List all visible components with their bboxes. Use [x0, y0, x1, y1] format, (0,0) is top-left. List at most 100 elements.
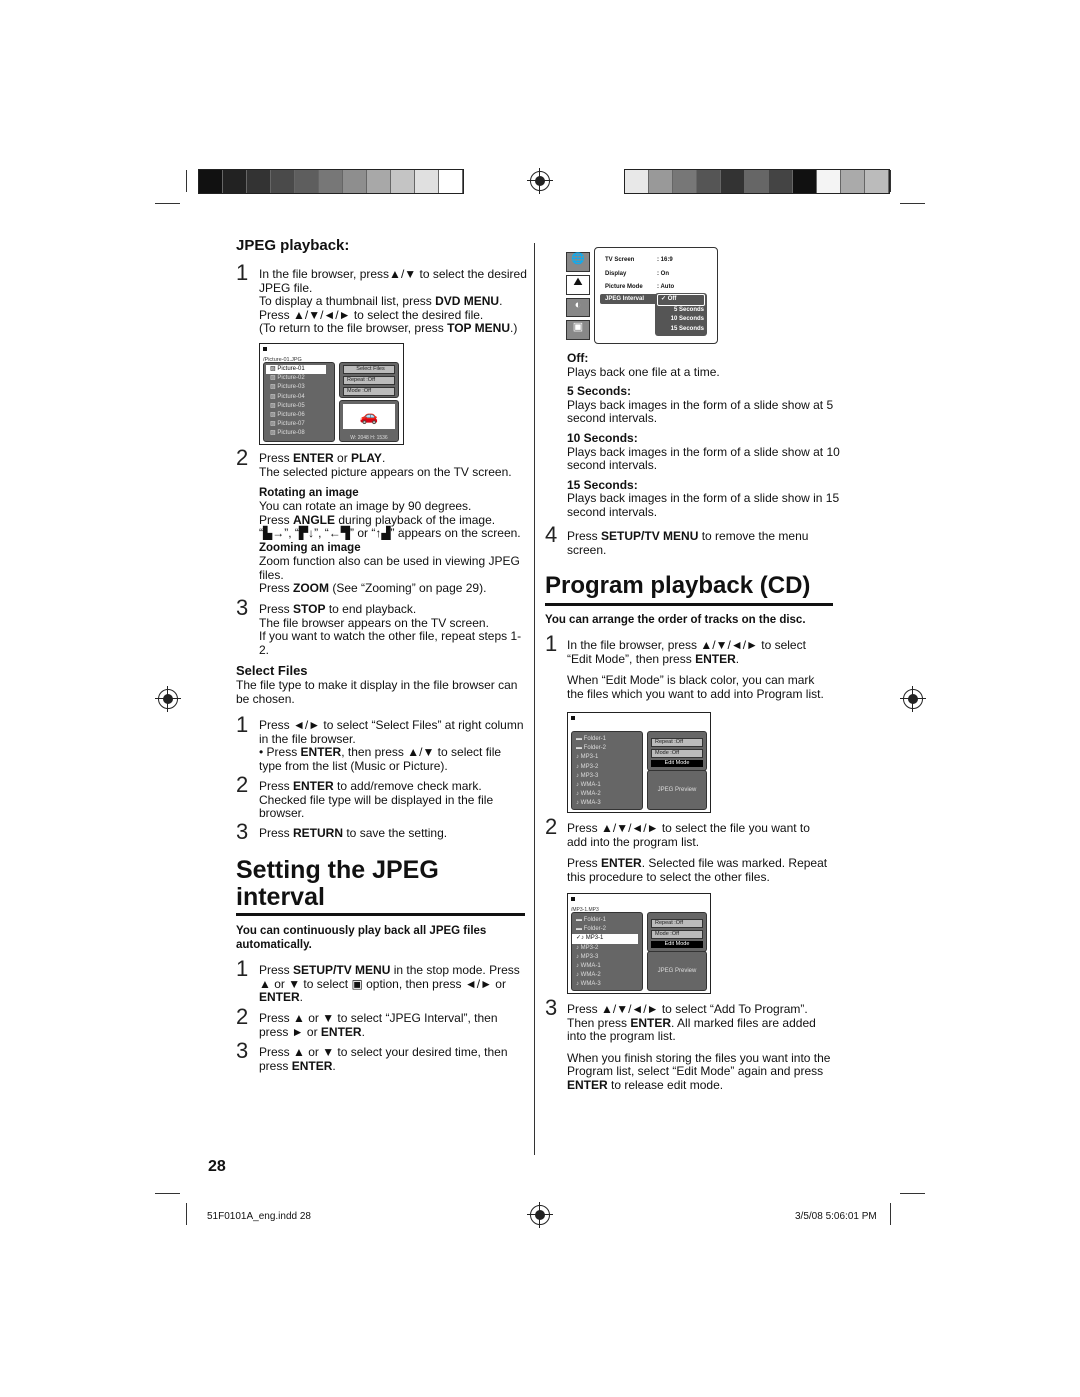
mode-setting[interactable]: Mode :Off — [651, 930, 703, 939]
bold-text: ENTER — [695, 651, 736, 666]
audio-icon: ◐ — [566, 297, 590, 318]
file-list-item[interactable]: ♪ WMA-3 — [572, 799, 638, 808]
file-list-item[interactable]: ♪ MP3-2 — [572, 763, 638, 772]
text: . — [299, 990, 304, 1005]
interval-option[interactable]: 15 Seconds — [655, 325, 707, 335]
interval-option-description: 15 Seconds: Plays back images in the form… — [567, 478, 842, 520]
program-intro: You can arrange the order of tracks on t… — [545, 614, 806, 626]
paragraph: (To return to the file browser, press TO… — [259, 322, 527, 336]
crop-mark — [186, 1203, 187, 1225]
file-list-item[interactable]: ✓♪ MP3-1 — [572, 934, 638, 944]
step-3: Press STOP to end playback. The file brow… — [259, 602, 527, 657]
option-desc: Plays back images in the form of a slide… — [567, 444, 840, 473]
file-list-item[interactable]: ♪ WMA-2 — [572, 971, 638, 980]
text: Press — [259, 779, 294, 793]
paragraph: Press ▲/▼/◄/► to select “Add To Program”… — [567, 1002, 832, 1044]
bold-text: ENTER — [291, 1058, 333, 1073]
edit-mode-button[interactable]: Edit Mode — [651, 941, 703, 948]
crop-mark — [890, 170, 891, 192]
file-list-item[interactable]: ▨ Picture-08 — [266, 429, 326, 438]
option-desc: Plays back one file at a time. — [567, 364, 720, 379]
text: The selected picture appears on the TV s… — [259, 464, 512, 479]
bold-text: STOP — [293, 602, 326, 616]
menu-value: : On — [657, 270, 669, 277]
step-number: 3 — [545, 995, 558, 1020]
paragraph: In the file browser, press ▲/▼/◄/► to se… — [567, 638, 832, 666]
repeat-setting[interactable]: Repeat :Off — [651, 919, 703, 928]
file-list-item[interactable]: ♪ WMA-1 — [572, 962, 638, 971]
select-files-button[interactable]: Select Files — [343, 365, 395, 374]
color-bar-left — [198, 169, 464, 194]
file-list-item[interactable]: ▨ Picture-01 — [266, 365, 326, 375]
file-list-item[interactable]: ♪ MP3-2 — [572, 944, 638, 953]
file-list-item[interactable]: ♪ WMA-3 — [572, 980, 638, 989]
text: (To return to the file browser, press — [259, 321, 448, 336]
setting-jpeg-interval-heading: Setting the JPEG interval — [236, 856, 439, 911]
repeat-setting[interactable]: Repeat :Off — [651, 738, 703, 747]
menu-label: TV Screen — [605, 257, 635, 263]
step-number: 1 — [236, 712, 249, 737]
picture-mountain-icon: ⛰ — [566, 274, 590, 295]
file-list-item[interactable]: ▨ Picture-02 — [266, 374, 326, 383]
file-list-item[interactable]: ▬ Folder-1 — [572, 735, 638, 744]
paragraph: Press ZOOM (See “Zooming” on page 29). — [259, 581, 527, 596]
paragraph: Press ENTER or PLAY. — [259, 451, 527, 466]
jpeg-preview-pane[interactable]: JPEG Preview — [647, 770, 707, 810]
paragraph: When you finish storing the files you wa… — [567, 1050, 832, 1093]
file-list-item[interactable]: ▨ Picture-05 — [266, 402, 326, 411]
mode-setting[interactable]: Mode :Off — [343, 387, 395, 396]
file-list-item[interactable]: ♪ MP3-3 — [572, 772, 638, 781]
file-list-item[interactable]: ♪ WMA-1 — [572, 781, 638, 790]
file-list-item[interactable]: ♪ MP3-1 — [572, 753, 638, 762]
bold-text: TOP MENU — [447, 321, 510, 336]
select-files-heading: Select Files — [236, 663, 308, 678]
menu-row[interactable]: Display: On — [605, 268, 717, 282]
language-globe-icon: 🌐 — [566, 252, 590, 272]
text: . — [735, 651, 740, 666]
program-step-2: Press ▲/▼/◄/► to select the file you wan… — [567, 821, 832, 884]
bold-text: DVD MENU — [435, 294, 500, 309]
paragraph: Press SETUP/TV MENU to remove the menu s… — [567, 529, 822, 557]
bold-text: ZOOM — [293, 581, 330, 596]
text: When “Edit Mode” is black color, you can… — [567, 673, 824, 701]
heading-rule — [236, 913, 525, 916]
file-list-item[interactable]: ▨ Picture-07 — [266, 420, 326, 429]
paragraph: Zoom function also can be used in viewin… — [259, 554, 527, 582]
text: In the file browser, press ▲/▼/◄/► to se… — [567, 638, 806, 666]
step-number: 2 — [236, 1004, 249, 1029]
preview-pane: 🚗 W: 2048 H: 1536 — [339, 400, 399, 442]
registration-mark-icon — [527, 168, 553, 194]
file-list-item[interactable]: ▨ Picture-04 — [266, 393, 326, 402]
text: Press — [259, 963, 294, 977]
jpeg-interval-item[interactable]: JPEG Interval — [600, 294, 661, 304]
file-list-item[interactable]: ♪ WMA-2 — [572, 790, 638, 799]
file-list-item[interactable]: ▬ Folder-2 — [572, 744, 638, 753]
interval-option[interactable]: ✓ Off — [657, 294, 705, 306]
file-list-item[interactable]: ▨ Picture-06 — [266, 411, 326, 420]
interval-option[interactable]: 5 Seconds — [655, 306, 707, 316]
text: When you finish storing the files you wa… — [567, 1050, 831, 1079]
text: (See “Zooming” on page 29). — [329, 581, 487, 596]
file-list-item[interactable]: ♪ MP3-3 — [572, 953, 638, 962]
paragraph: • Press ENTER, then press ▲/▼ to select … — [259, 745, 524, 773]
repeat-setting[interactable]: Repeat :Off — [343, 376, 395, 385]
mode-setting[interactable]: Mode :Off — [651, 749, 703, 758]
text: Zoom function also can be used in viewin… — [259, 554, 520, 582]
text: To display a thumbnail list, press — [259, 294, 436, 309]
crop-mark — [900, 1193, 925, 1194]
registration-mark-icon — [527, 1202, 553, 1228]
paragraph: If you want to watch the other file, rep… — [259, 629, 527, 657]
file-list-item[interactable]: ▬ Folder-2 — [572, 925, 638, 934]
file-list-item[interactable]: ▬ Folder-1 — [572, 916, 638, 925]
marked-file-browser-screenshot: /MP3-1.MP3 ▬ Folder-1 ▬ Folder-2 ✓♪ MP3-1 ♪ … — [567, 893, 711, 994]
menu-row[interactable]: TV Screen: 16:9 — [605, 254, 717, 268]
jpeg-preview-pane[interactable]: JPEG Preview — [647, 951, 707, 991]
text: Press — [567, 529, 602, 543]
text: during playback of the image. — [335, 512, 496, 527]
program-step-3: Press ▲/▼/◄/► to select “Add To Program”… — [567, 1002, 832, 1093]
file-list-item[interactable]: ▨ Picture-03 — [266, 383, 326, 392]
text: Press — [259, 826, 294, 840]
edit-mode-button[interactable]: Edit Mode — [651, 760, 703, 767]
step-number: 4 — [545, 522, 558, 547]
interval-option[interactable]: 10 Seconds — [655, 315, 707, 325]
